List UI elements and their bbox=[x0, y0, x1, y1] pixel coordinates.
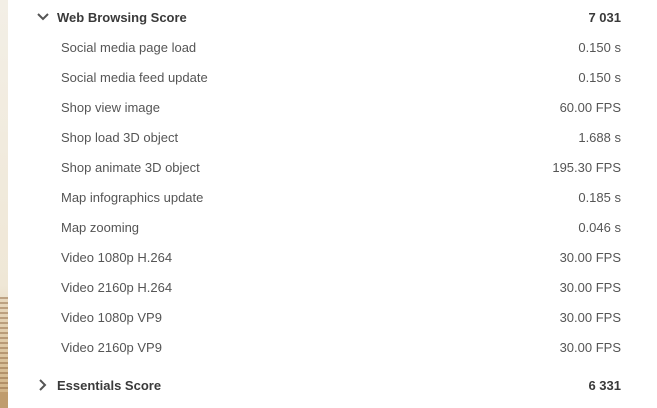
item-value: 1.688 s bbox=[578, 129, 621, 145]
list-item: Shop load 3D object 1.688 s bbox=[8, 122, 657, 152]
list-item: Video 1080p VP9 30.00 FPS bbox=[8, 302, 657, 332]
item-label: Social media feed update bbox=[61, 69, 208, 85]
list-item: Video 2160p VP9 30.00 FPS bbox=[8, 332, 657, 362]
background-ground-image bbox=[0, 392, 8, 408]
item-value: 195.30 FPS bbox=[552, 159, 621, 175]
chevron-down-icon[interactable] bbox=[36, 10, 50, 24]
chevron-right-icon[interactable] bbox=[36, 378, 50, 392]
score-details-list: Web Browsing Score 7 031 Social media pa… bbox=[8, 0, 657, 408]
item-value: 30.00 FPS bbox=[559, 309, 621, 325]
item-value: 0.185 s bbox=[578, 189, 621, 205]
item-value: 30.00 FPS bbox=[559, 279, 621, 295]
section-title: Web Browsing Score bbox=[57, 9, 187, 25]
item-label: Shop load 3D object bbox=[61, 129, 179, 145]
section-header-essentials[interactable]: Essentials Score 6 331 bbox=[8, 370, 657, 400]
list-item: Shop animate 3D object 195.30 FPS bbox=[8, 152, 657, 182]
item-value: 0.046 s bbox=[578, 219, 621, 235]
list-item: Shop view image 60.00 FPS bbox=[8, 92, 657, 122]
item-label: Social media page load bbox=[61, 39, 197, 55]
section-title: Essentials Score bbox=[57, 377, 162, 393]
list-item: Map zooming 0.046 s bbox=[8, 212, 657, 242]
section-score: 6 331 bbox=[588, 377, 621, 393]
background-tower-image bbox=[0, 297, 8, 392]
item-label: Video 1080p H.264 bbox=[61, 249, 173, 265]
item-value: 0.150 s bbox=[578, 39, 621, 55]
item-label: Video 2160p VP9 bbox=[61, 339, 162, 355]
section-header-web-browsing[interactable]: Web Browsing Score 7 031 bbox=[8, 2, 657, 32]
list-item: Social media page load 0.150 s bbox=[8, 32, 657, 62]
background-image-strip bbox=[0, 0, 8, 408]
item-value: 0.150 s bbox=[578, 69, 621, 85]
item-label: Video 1080p VP9 bbox=[61, 309, 162, 325]
list-item: Video 1080p H.264 30.00 FPS bbox=[8, 242, 657, 272]
list-item: Map infographics update 0.185 s bbox=[8, 182, 657, 212]
item-value: 30.00 FPS bbox=[559, 249, 621, 265]
item-label: Shop view image bbox=[61, 99, 160, 115]
section-score: 7 031 bbox=[588, 9, 621, 25]
list-item: Video 2160p H.264 30.00 FPS bbox=[8, 272, 657, 302]
item-label: Video 2160p H.264 bbox=[61, 279, 173, 295]
item-label: Shop animate 3D object bbox=[61, 159, 200, 175]
list-item: Social media feed update 0.150 s bbox=[8, 62, 657, 92]
item-label: Map infographics update bbox=[61, 189, 204, 205]
item-value: 60.00 FPS bbox=[559, 99, 621, 115]
item-value: 30.00 FPS bbox=[559, 339, 621, 355]
item-label: Map zooming bbox=[61, 219, 140, 235]
